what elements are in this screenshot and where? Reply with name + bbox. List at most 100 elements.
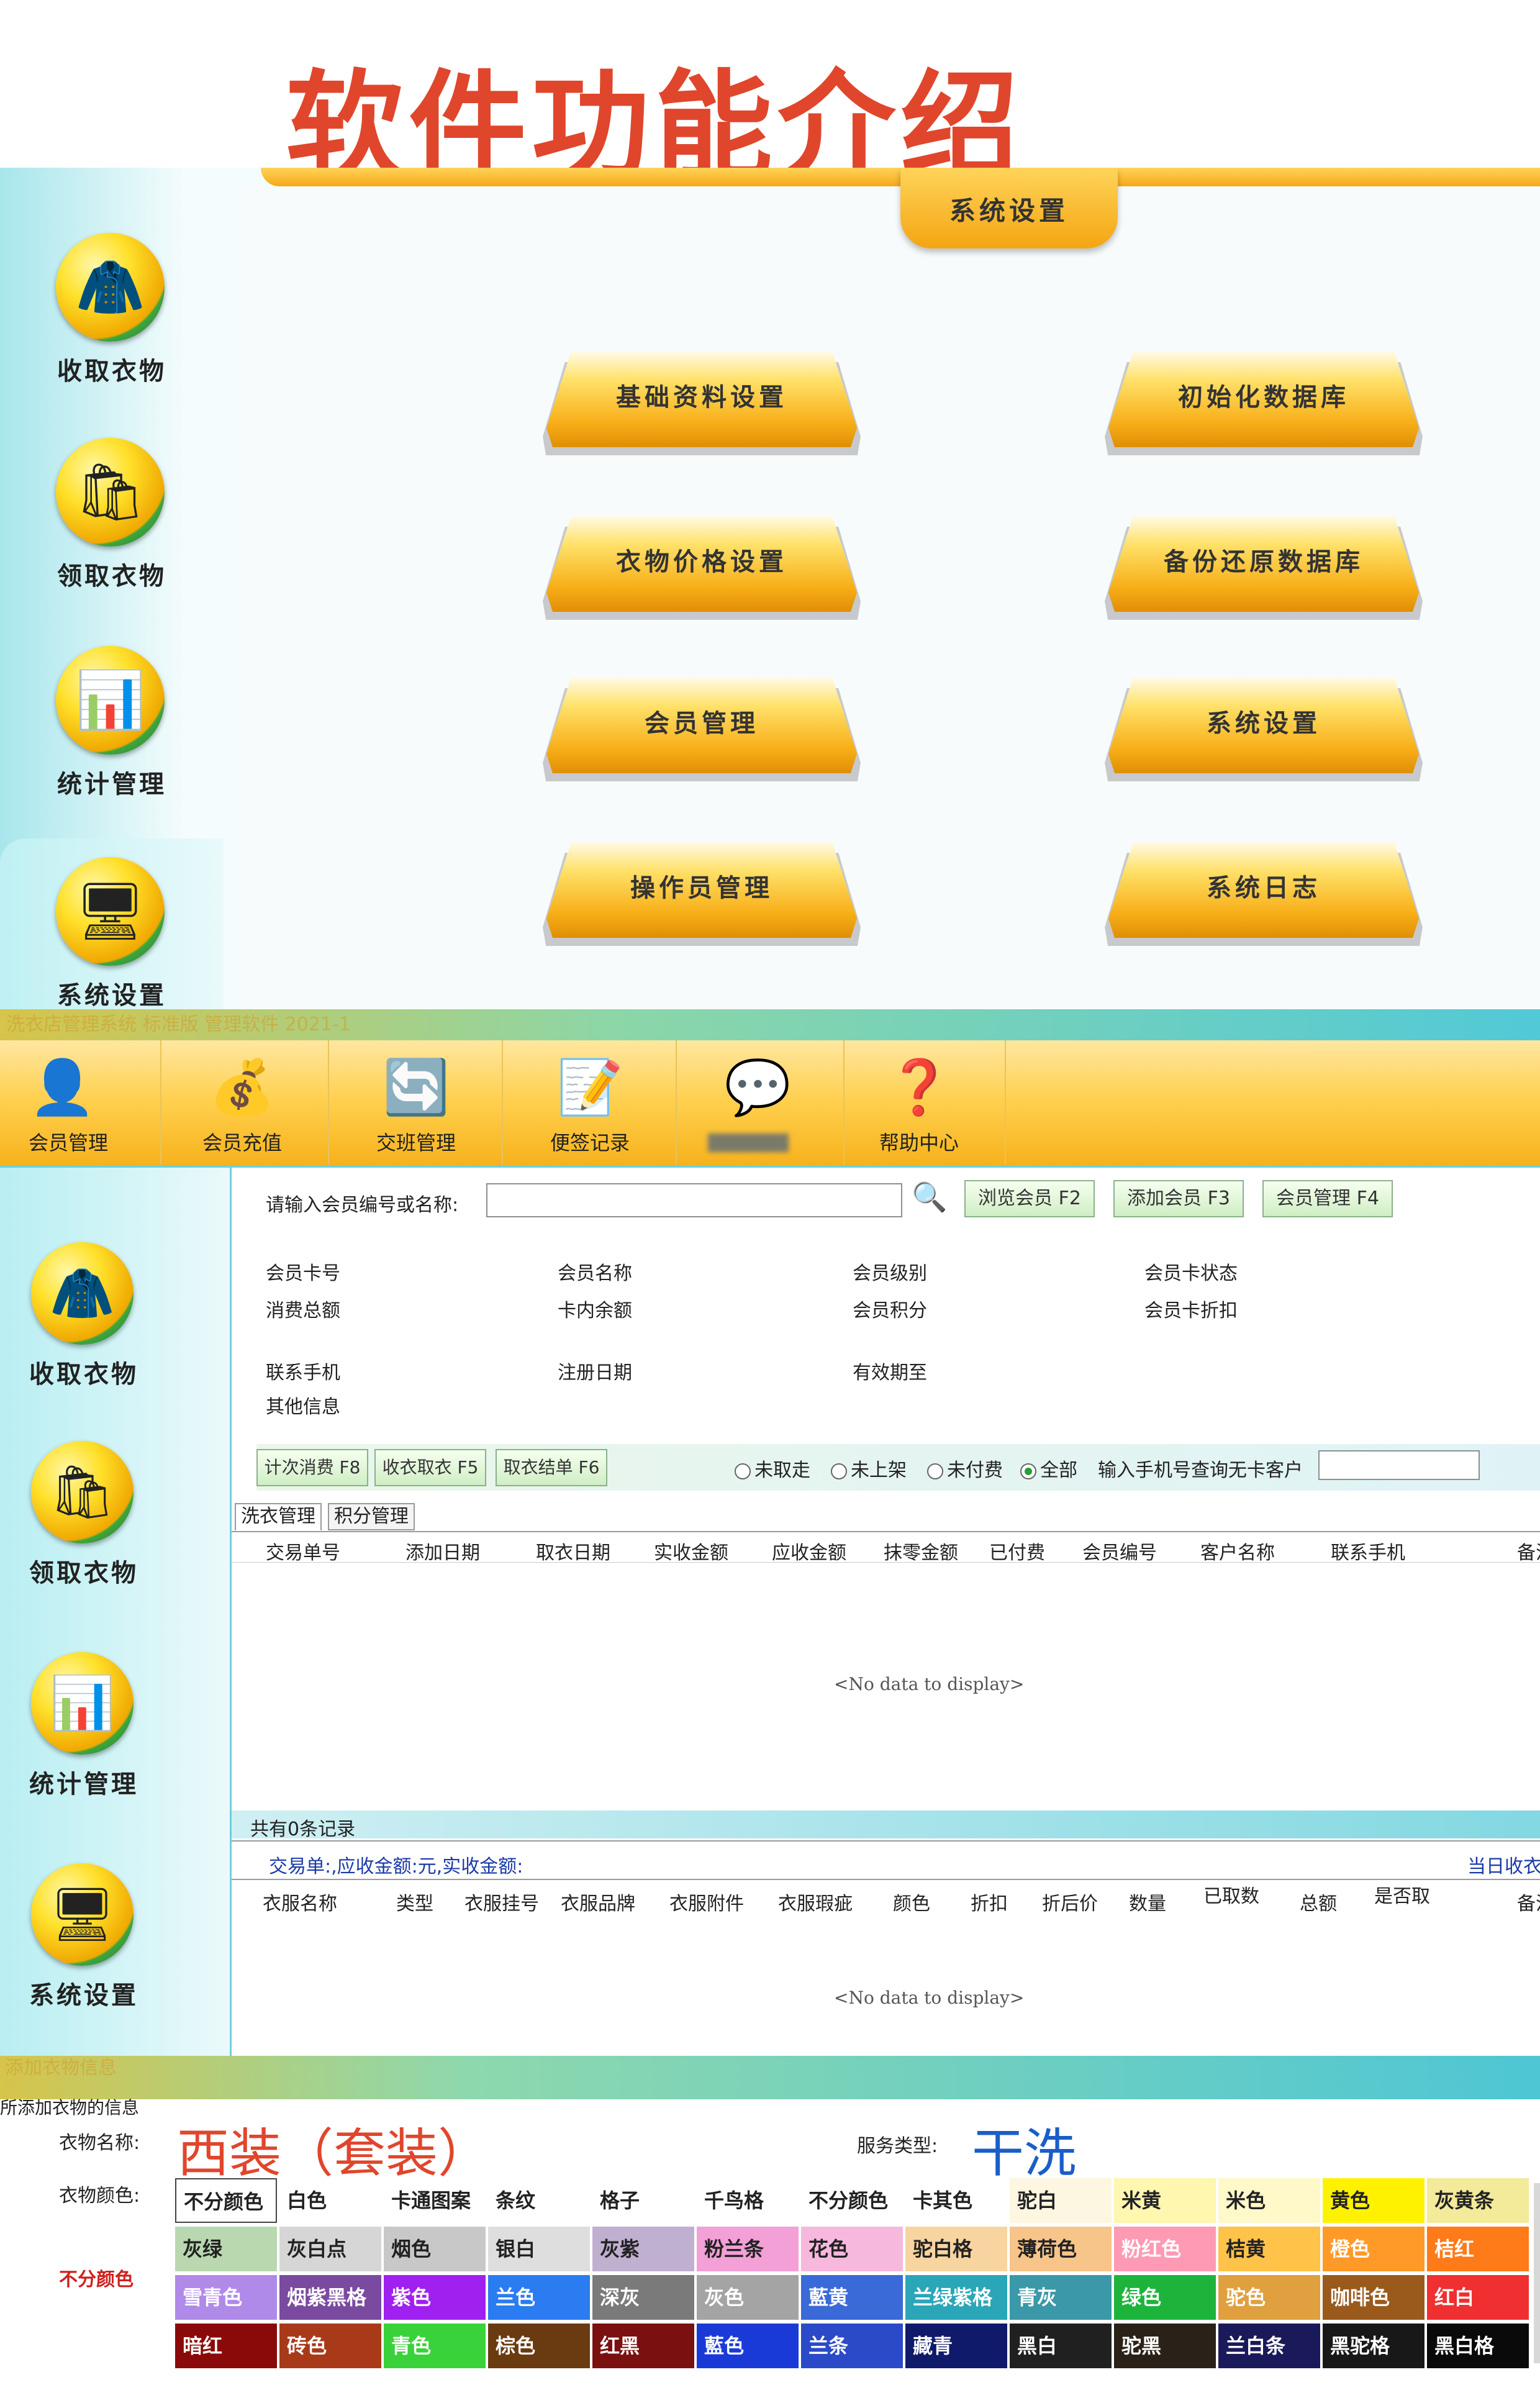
color-option[interactable]: 不分颜色 (801, 2178, 903, 2223)
color-option[interactable]: 桔红 (1427, 2227, 1529, 2271)
color-option[interactable]: 兰色 (488, 2275, 590, 2320)
column-header[interactable]: 衣服名称 (263, 1888, 337, 1915)
column-header[interactable]: 折扣 (971, 1888, 1008, 1915)
column-header[interactable]: 会员编号 (1082, 1537, 1157, 1565)
color-option[interactable]: 橙色 (1323, 2227, 1424, 2271)
column-header[interactable]: 应收金额 (772, 1537, 846, 1565)
color-option[interactable]: 花色 (801, 2227, 903, 2271)
color-option[interactable]: 薄荷色 (1010, 2227, 1112, 2271)
column-header[interactable]: 添加日期 (405, 1537, 480, 1565)
sidebar-item-settings[interactable]: 🖥 系统设置 (0, 838, 224, 1025)
color-option[interactable]: 灰紫 (592, 2227, 694, 2271)
column-header[interactable]: 备注 (1517, 1888, 1540, 1915)
column-header[interactable]: 客户名称 (1200, 1537, 1275, 1565)
color-option[interactable]: 米黄 (1114, 2178, 1216, 2223)
sidebar-item-receive[interactable]: 🧥 收取衣物 (0, 1230, 230, 1429)
toolbar-member-management[interactable]: 👤 会员管理 (0, 1040, 161, 1165)
color-option[interactable]: 不分颜色 (175, 2178, 277, 2223)
member-search-input[interactable] (486, 1183, 902, 1217)
color-option[interactable]: 紫色 (384, 2275, 486, 2320)
color-option[interactable]: 卡通图案 (384, 2178, 486, 2223)
color-option[interactable]: 黑白 (1010, 2324, 1112, 2368)
pickup-checkout-button[interactable]: 取衣结单 F6 (496, 1449, 607, 1486)
column-header[interactable]: 实收金额 (654, 1537, 728, 1565)
column-header[interactable]: 备注 (1517, 1537, 1540, 1565)
operator-management-button[interactable]: 操作员管理 (543, 842, 861, 946)
color-option[interactable]: 灰绿 (175, 2227, 277, 2271)
init-database-button[interactable]: 初始化数据库 (1105, 351, 1423, 455)
toolbar-member-recharge[interactable]: 💰 会员充值 (168, 1040, 329, 1165)
system-log-button[interactable]: 系统日志 (1105, 842, 1423, 946)
toolbar-help[interactable]: ❓ 帮助中心 (845, 1040, 1006, 1165)
color-option[interactable]: 条纹 (488, 2178, 590, 2223)
color-option[interactable]: 粉兰条 (697, 2227, 799, 2271)
color-option[interactable]: 银白 (488, 2227, 590, 2271)
color-option[interactable]: 兰条 (801, 2324, 903, 2368)
color-option[interactable]: 藏青 (905, 2324, 1007, 2368)
column-header[interactable]: 已取数 (1203, 1881, 1259, 1908)
receive-pickup-button[interactable]: 收衣取衣 F5 (374, 1449, 486, 1486)
column-header[interactable]: 数量 (1129, 1888, 1166, 1915)
color-option[interactable]: 驼黑 (1114, 2324, 1216, 2368)
browse-member-button[interactable]: 浏览会员 F2 (964, 1180, 1095, 1217)
color-option[interactable]: 兰白条 (1218, 2324, 1320, 2368)
column-header[interactable]: 衣服品牌 (561, 1888, 635, 1915)
color-option[interactable]: 驼白 (1010, 2178, 1112, 2223)
filter-all[interactable]: 全部 (1020, 1455, 1077, 1482)
column-header[interactable]: 取衣日期 (536, 1537, 610, 1565)
color-option[interactable]: 米色 (1218, 2178, 1320, 2223)
tab-laundry-management[interactable]: 洗衣管理 (235, 1503, 322, 1530)
column-header[interactable]: 类型 (396, 1888, 433, 1915)
column-header[interactable]: 衣服挂号 (464, 1888, 539, 1915)
sidebar-item-stats[interactable]: 📊 统计管理 (0, 1640, 230, 1838)
color-option[interactable]: 驼色 (1218, 2275, 1320, 2320)
filter-not-picked[interactable]: 未取走 (735, 1455, 810, 1482)
color-option[interactable]: 青灰 (1010, 2275, 1112, 2320)
add-member-button[interactable]: 添加会员 F3 (1113, 1180, 1244, 1217)
color-option[interactable]: 红黑 (592, 2324, 694, 2368)
toolbar-notes[interactable]: 📝 便签记录 (515, 1040, 677, 1165)
color-option[interactable]: 格子 (592, 2178, 694, 2223)
color-option[interactable]: 兰绿紫格 (905, 2275, 1007, 2320)
search-icon[interactable]: 🔍 (912, 1180, 947, 1214)
color-option[interactable]: 烟色 (384, 2227, 486, 2271)
sidebar-item-pickup[interactable]: 🛍 领取衣物 (0, 432, 224, 630)
color-option[interactable]: 雪青色 (175, 2275, 277, 2320)
color-option[interactable]: 灰色 (697, 2275, 799, 2320)
sidebar-item-settings[interactable]: 🖥 系统设置 (0, 1851, 230, 2050)
color-option[interactable]: 藍黄 (801, 2275, 903, 2320)
color-option[interactable]: 千鸟格 (697, 2178, 799, 2223)
member-management-button[interactable]: 会员管理 (543, 677, 861, 781)
system-settings-button[interactable]: 系统设置 (1105, 677, 1423, 781)
color-option[interactable]: 青色 (384, 2324, 486, 2368)
toolbar-shift-management[interactable]: 🔄 交班管理 (342, 1040, 503, 1165)
count-consume-button[interactable]: 计次消费 F8 (256, 1449, 368, 1486)
column-header[interactable]: 是否取 (1374, 1881, 1430, 1908)
column-header[interactable]: 衣服附件 (669, 1888, 744, 1915)
color-option[interactable]: 红白 (1427, 2275, 1529, 2320)
column-header[interactable]: 折后价 (1042, 1888, 1098, 1915)
column-header[interactable]: 衣服瑕疵 (778, 1888, 853, 1915)
column-header[interactable]: 已付费 (989, 1537, 1045, 1565)
basic-data-settings-button[interactable]: 基础资料设置 (543, 351, 861, 455)
color-option[interactable]: 绿色 (1114, 2275, 1216, 2320)
color-option[interactable]: 黑白格 (1427, 2324, 1529, 2368)
tab-system-settings[interactable]: 系统设置 (900, 168, 1118, 248)
color-option[interactable]: 黄色 (1323, 2178, 1424, 2223)
filter-not-shelved[interactable]: 未上架 (831, 1455, 907, 1482)
color-option[interactable]: 暗红 (175, 2324, 277, 2368)
color-option[interactable]: 粉红色 (1114, 2227, 1216, 2271)
color-grid-scrollbar[interactable] (1534, 2183, 1540, 2363)
sidebar-item-pickup[interactable]: 🛍 领取衣物 (0, 1429, 230, 1627)
color-option[interactable]: 藍色 (697, 2324, 799, 2368)
color-option[interactable]: 白色 (279, 2178, 381, 2223)
column-header[interactable]: 联系手机 (1331, 1537, 1405, 1565)
clothing-price-settings-button[interactable]: 衣物价格设置 (543, 516, 861, 620)
color-option[interactable]: 砖色 (279, 2324, 381, 2368)
color-option[interactable]: 棕色 (488, 2324, 590, 2368)
backup-restore-database-button[interactable]: 备份还原数据库 (1105, 516, 1423, 620)
color-option[interactable]: 深灰 (592, 2275, 694, 2320)
column-header[interactable]: 抹零金额 (884, 1537, 958, 1565)
filter-unpaid[interactable]: 未付费 (927, 1455, 1003, 1482)
color-option[interactable]: 烟紫黑格 (279, 2275, 381, 2320)
